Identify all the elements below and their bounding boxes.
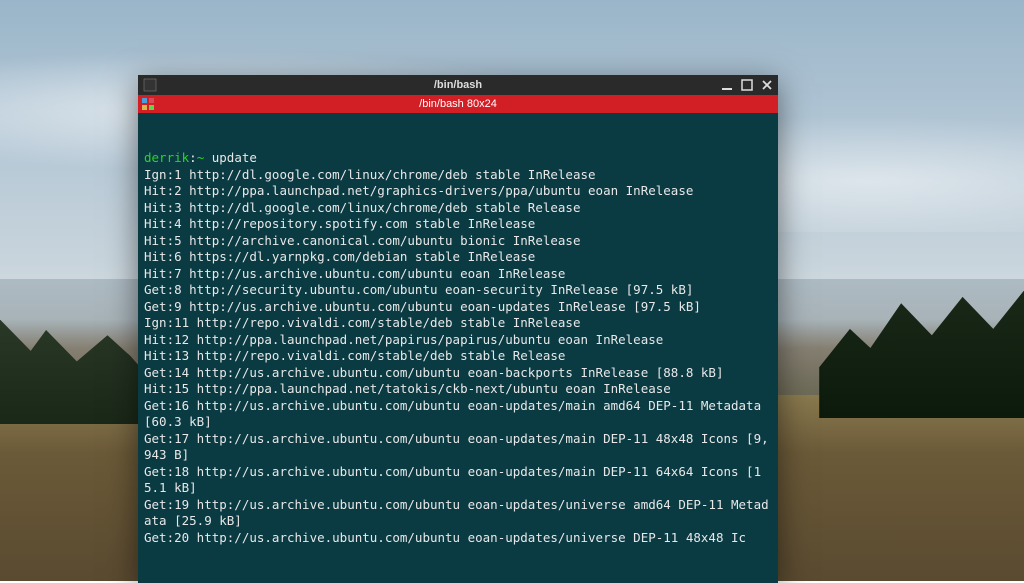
output-line: Get:14 http://us.archive.ubuntu.com/ubun… <box>144 365 772 382</box>
prompt-command: update <box>212 150 257 165</box>
output-line: Hit:15 http://ppa.launchpad.net/tatokis/… <box>144 381 772 398</box>
minimize-button[interactable] <box>720 78 734 92</box>
output-line: Hit:5 http://archive.canonical.com/ubunt… <box>144 233 772 250</box>
prompt-separator: : <box>189 150 197 165</box>
tab-title: /bin/bash 80x24 <box>138 98 778 110</box>
output-line: Get:18 http://us.archive.ubuntu.com/ubun… <box>144 464 772 497</box>
output-line: Hit:3 http://dl.google.com/linux/chrome/… <box>144 200 772 217</box>
tab-bar[interactable]: /bin/bash 80x24 <box>138 95 778 113</box>
output-line: Ign:11 http://repo.vivaldi.com/stable/de… <box>144 315 772 332</box>
tab-app-icon <box>142 97 156 111</box>
terminal-output[interactable]: derrik:~ updateIgn:1 http://dl.google.co… <box>138 113 778 583</box>
output-line: Hit:7 http://us.archive.ubuntu.com/ubunt… <box>144 266 772 283</box>
output-line: Hit:4 http://repository.spotify.com stab… <box>144 216 772 233</box>
maximize-button[interactable] <box>740 78 754 92</box>
prompt-line: derrik:~ update <box>144 150 772 167</box>
output-line: Hit:6 https://dl.yarnpkg.com/debian stab… <box>144 249 772 266</box>
close-button[interactable] <box>760 78 774 92</box>
terminal-window[interactable]: /bin/bash /bin/bash 80x24 derrik:~ <box>138 75 778 583</box>
output-line: Hit:2 http://ppa.launchpad.net/graphics-… <box>144 183 772 200</box>
prompt-user: derrik <box>144 150 189 165</box>
output-line: Ign:1 http://dl.google.com/linux/chrome/… <box>144 167 772 184</box>
window-controls <box>720 78 774 92</box>
output-line: Hit:13 http://repo.vivaldi.com/stable/de… <box>144 348 772 365</box>
output-line: Get:9 http://us.archive.ubuntu.com/ubunt… <box>144 299 772 316</box>
prompt-path: ~ <box>197 150 205 165</box>
output-line: Hit:12 http://ppa.launchpad.net/papirus/… <box>144 332 772 349</box>
window-titlebar[interactable]: /bin/bash <box>138 75 778 95</box>
app-icon <box>142 77 158 93</box>
output-line: Get:20 http://us.archive.ubuntu.com/ubun… <box>144 530 772 547</box>
output-line: Get:8 http://security.ubuntu.com/ubuntu … <box>144 282 772 299</box>
output-line: Get:17 http://us.archive.ubuntu.com/ubun… <box>144 431 772 464</box>
window-title: /bin/bash <box>138 79 778 91</box>
output-line: Get:16 http://us.archive.ubuntu.com/ubun… <box>144 398 772 431</box>
output-line: Get:19 http://us.archive.ubuntu.com/ubun… <box>144 497 772 530</box>
